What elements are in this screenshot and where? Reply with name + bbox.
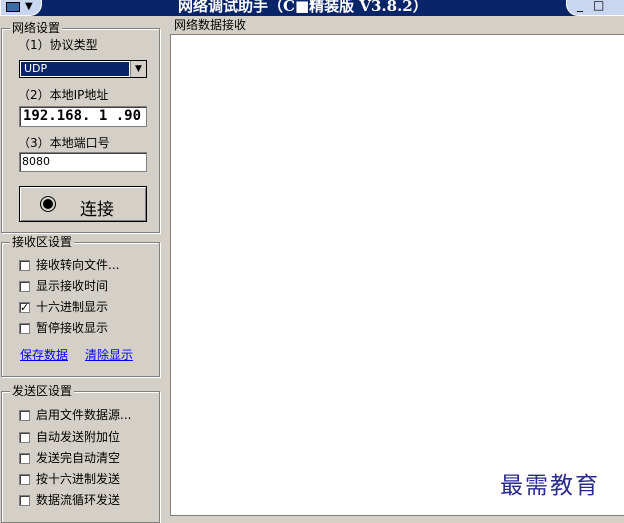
app-icon xyxy=(6,2,20,12)
checkbox-label: 发送完自动清空 xyxy=(36,451,121,465)
connection-status-icon xyxy=(43,199,53,209)
minimize-button[interactable]: _ xyxy=(577,0,583,12)
connect-button[interactable]: 连接 xyxy=(19,186,147,222)
local-port-label: （3）本地端口号 xyxy=(18,136,110,150)
protocol-select-value: UDP xyxy=(21,62,129,76)
checkbox-show-receive-time[interactable] xyxy=(19,281,30,292)
connect-button-label: 连接 xyxy=(80,200,114,220)
send-settings-title: 发送区设置 xyxy=(10,384,75,398)
window-title: 网络调试助手（C■精装版 V3.8.2） xyxy=(178,0,428,15)
watermark-text: 最需教育 xyxy=(500,473,600,499)
checkbox-label: 启用文件数据源... xyxy=(36,408,132,422)
checkbox-label: 十六进制显示 xyxy=(36,300,109,314)
chevron-down-icon[interactable]: ▼ xyxy=(130,61,146,77)
checkbox-label: 按十六进制发送 xyxy=(36,472,121,486)
system-menu-button[interactable]: ▼ xyxy=(0,0,42,16)
receive-area-title: 网络数据接收 xyxy=(174,18,247,32)
network-settings-title: 网络设置 xyxy=(10,21,63,35)
protocol-select[interactable]: UDP ▼ xyxy=(19,60,147,78)
checkbox-pause-receive[interactable] xyxy=(19,323,30,334)
checkbox-label: 显示接收时间 xyxy=(36,279,109,293)
checkbox-hex-display[interactable]: ✓ xyxy=(19,302,30,313)
checkbox-hex-send[interactable] xyxy=(19,474,30,485)
checkbox-label: 自动发送附加位 xyxy=(36,430,121,444)
clear-display-link[interactable]: 清除显示 xyxy=(85,348,133,363)
maximize-button[interactable]: □ xyxy=(593,0,604,12)
title-bar: ▼ 网络调试助手（C■精装版 V3.8.2） _ □ xyxy=(0,0,624,16)
local-port-input[interactable]: 8080 xyxy=(19,152,147,172)
checkbox-loop-send[interactable] xyxy=(19,495,30,506)
checkbox-auto-append[interactable] xyxy=(19,432,30,443)
checkbox-file-data-source[interactable] xyxy=(19,410,30,421)
window-controls: _ □ xyxy=(566,0,624,16)
protocol-type-label: （1）协议类型 xyxy=(18,38,98,52)
local-ip-label: （2）本地IP地址 xyxy=(18,88,109,102)
chevron-down-icon: ▼ xyxy=(25,1,33,12)
local-ip-input[interactable]: 192.168. 1 .90 xyxy=(19,106,147,127)
checkbox-label: 接收转向文件... xyxy=(36,258,120,272)
checkbox-label: 暂停接收显示 xyxy=(36,321,109,335)
checkbox-receive-to-file[interactable] xyxy=(19,260,30,271)
save-data-link[interactable]: 保存数据 xyxy=(20,348,68,363)
receive-data-textarea[interactable] xyxy=(170,34,624,516)
checkbox-auto-clear[interactable] xyxy=(19,453,30,464)
checkbox-label: 数据流循环发送 xyxy=(36,493,121,507)
receive-settings-title: 接收区设置 xyxy=(10,235,75,249)
